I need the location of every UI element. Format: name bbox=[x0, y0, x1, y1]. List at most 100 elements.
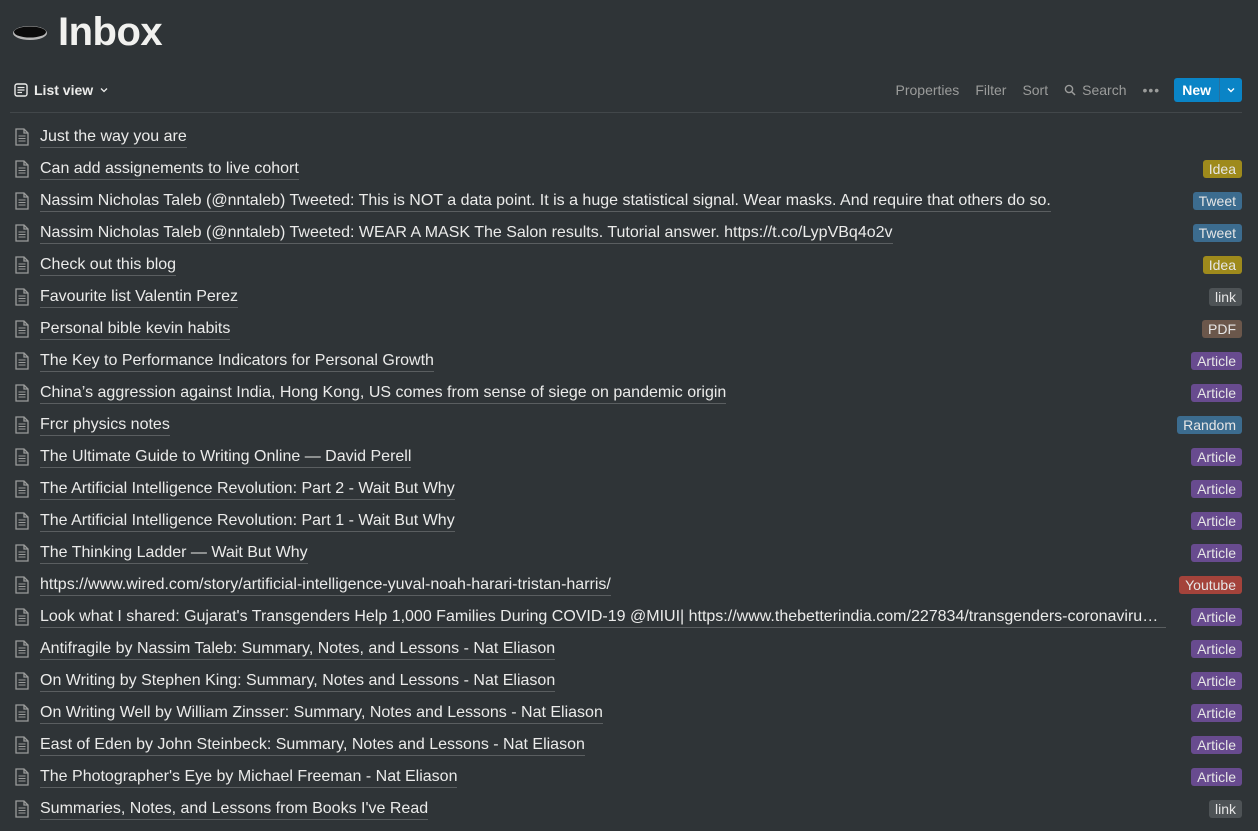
type-tag: Article bbox=[1191, 480, 1242, 498]
list-item[interactable]: On Writing Well by William Zinsser: Summ… bbox=[10, 697, 1242, 729]
list-item[interactable]: Favourite list Valentin Perez link bbox=[10, 281, 1242, 313]
hole-icon[interactable] bbox=[12, 18, 48, 46]
type-tag: Idea bbox=[1202, 160, 1242, 178]
page-icon bbox=[15, 704, 29, 722]
type-tag: Article bbox=[1191, 672, 1242, 690]
chevron-down-icon bbox=[1227, 88, 1235, 93]
page-icon bbox=[15, 128, 29, 146]
list-item-title[interactable]: https://www.wired.com/story/artificial-i… bbox=[40, 575, 611, 596]
list-item[interactable]: Personal bible kevin habits PDF bbox=[10, 313, 1242, 345]
list-item-title[interactable]: Personal bible kevin habits bbox=[40, 319, 231, 340]
page-list: Just the way you are Can add assignements… bbox=[10, 121, 1242, 825]
type-tag: Article bbox=[1191, 512, 1242, 530]
view-switcher[interactable]: List view bbox=[10, 80, 113, 100]
list-item-title[interactable]: The Key to Performance Indicators for Pe… bbox=[40, 351, 434, 372]
page-icon bbox=[15, 800, 29, 818]
page-icon bbox=[15, 448, 29, 466]
page-icon bbox=[15, 736, 29, 754]
list-item-title[interactable]: On Writing Well by William Zinsser: Summ… bbox=[40, 703, 603, 724]
search-icon bbox=[1064, 84, 1076, 96]
list-item-title[interactable]: East of Eden by John Steinbeck: Summary,… bbox=[40, 735, 585, 756]
list-item-title[interactable]: The Artificial Intelligence Revolution: … bbox=[40, 479, 455, 500]
list-item[interactable]: Summaries, Notes, and Lessons from Books… bbox=[10, 793, 1242, 825]
new-button[interactable]: New bbox=[1174, 78, 1219, 102]
list-item[interactable]: Nassim Nicholas Taleb (@nntaleb) Tweeted… bbox=[10, 185, 1242, 217]
type-tag: Article bbox=[1191, 448, 1242, 466]
list-item-title[interactable]: Antifragile by Nassim Taleb: Summary, No… bbox=[40, 639, 556, 660]
page-icon bbox=[15, 640, 29, 658]
page-icon bbox=[15, 576, 29, 594]
sort-button[interactable]: Sort bbox=[1014, 78, 1056, 102]
list-item[interactable]: The Artificial Intelligence Revolution: … bbox=[10, 473, 1242, 505]
list-item-title[interactable]: On Writing by Stephen King: Summary, Not… bbox=[40, 671, 556, 692]
list-item-title[interactable]: Nassim Nicholas Taleb (@nntaleb) Tweeted… bbox=[40, 223, 893, 244]
page-icon bbox=[15, 608, 29, 626]
properties-button[interactable]: Properties bbox=[888, 78, 968, 102]
database-toolbar: List view Properties Filter Sort Search … bbox=[10, 76, 1242, 104]
toolbar-divider bbox=[10, 112, 1242, 113]
list-item[interactable]: The Artificial Intelligence Revolution: … bbox=[10, 505, 1242, 537]
list-item[interactable]: East of Eden by John Steinbeck: Summary,… bbox=[10, 729, 1242, 761]
page-icon bbox=[15, 512, 29, 530]
filter-button[interactable]: Filter bbox=[967, 78, 1014, 102]
list-item[interactable]: Frcr physics notes Random bbox=[10, 409, 1242, 441]
list-item[interactable]: Check out this blog Idea bbox=[10, 249, 1242, 281]
type-tag: PDF bbox=[1202, 320, 1242, 338]
list-item[interactable]: The Thinking Ladder — Wait But Why Articl… bbox=[10, 537, 1242, 569]
list-item[interactable]: The Ultimate Guide to Writing Online — D… bbox=[10, 441, 1242, 473]
list-item-title[interactable]: Frcr physics notes bbox=[40, 415, 170, 436]
type-tag: Tweet bbox=[1192, 192, 1242, 210]
type-tag: Article bbox=[1191, 384, 1242, 402]
page-icon bbox=[15, 416, 29, 434]
list-item-title[interactable]: The Photographer's Eye by Michael Freema… bbox=[40, 767, 458, 788]
list-item-title[interactable]: China’s aggression against India, Hong K… bbox=[40, 383, 727, 404]
toolbar-actions: Properties Filter Sort Search ••• New bbox=[888, 78, 1242, 102]
page-title[interactable]: Inbox bbox=[58, 10, 163, 55]
more-options-button[interactable]: ••• bbox=[1134, 78, 1168, 102]
list-item[interactable]: The Key to Performance Indicators for Pe… bbox=[10, 345, 1242, 377]
new-template-dropdown[interactable] bbox=[1219, 78, 1242, 102]
list-item-title[interactable]: Favourite list Valentin Perez bbox=[40, 287, 239, 308]
type-tag: Article bbox=[1191, 704, 1242, 722]
type-tag: Tweet bbox=[1192, 224, 1242, 242]
page: Inbox List view Properties Filter Sort S… bbox=[0, 0, 1258, 831]
search-button[interactable]: Search bbox=[1056, 78, 1134, 102]
list-item-title[interactable]: Just the way you are bbox=[40, 127, 187, 148]
list-item-title[interactable]: Check out this blog bbox=[40, 255, 177, 276]
type-tag: Youtube bbox=[1179, 576, 1242, 594]
type-tag: Article bbox=[1191, 640, 1242, 658]
list-item[interactable]: Antifragile by Nassim Taleb: Summary, No… bbox=[10, 633, 1242, 665]
list-item-title[interactable]: The Ultimate Guide to Writing Online — D… bbox=[40, 447, 412, 468]
page-icon bbox=[15, 160, 29, 178]
page-icon bbox=[15, 384, 29, 402]
type-tag: Article bbox=[1191, 736, 1242, 754]
list-item[interactable]: Nassim Nicholas Taleb (@nntaleb) Tweeted… bbox=[10, 217, 1242, 249]
list-item[interactable]: The Photographer's Eye by Michael Freema… bbox=[10, 761, 1242, 793]
list-item-title[interactable]: The Artificial Intelligence Revolution: … bbox=[40, 511, 455, 532]
type-tag: link bbox=[1208, 800, 1242, 818]
list-item[interactable]: China’s aggression against India, Hong K… bbox=[10, 377, 1242, 409]
list-item[interactable]: Just the way you are bbox=[10, 121, 1242, 153]
type-tag: Idea bbox=[1202, 256, 1242, 274]
list-item-title[interactable]: Look what I shared: Gujarat's Transgende… bbox=[40, 607, 1166, 628]
list-item-title[interactable]: Can add assignements to live cohort bbox=[40, 159, 299, 180]
search-label: Search bbox=[1082, 82, 1127, 98]
type-tag: Article bbox=[1191, 352, 1242, 370]
list-item[interactable]: On Writing by Stephen King: Summary, Not… bbox=[10, 665, 1242, 697]
list-item[interactable]: https://www.wired.com/story/artificial-i… bbox=[10, 569, 1242, 601]
list-item-title[interactable]: Summaries, Notes, and Lessons from Books… bbox=[40, 799, 429, 820]
list-view-icon bbox=[14, 83, 28, 97]
page-header: Inbox bbox=[12, 6, 163, 58]
page-icon bbox=[15, 288, 29, 306]
page-icon bbox=[15, 480, 29, 498]
list-item-title[interactable]: Nassim Nicholas Taleb (@nntaleb) Tweeted… bbox=[40, 191, 1051, 212]
page-icon bbox=[15, 224, 29, 242]
page-icon bbox=[15, 320, 29, 338]
type-tag: Article bbox=[1191, 608, 1242, 626]
view-label: List view bbox=[34, 82, 94, 98]
list-item[interactable]: Look what I shared: Gujarat's Transgende… bbox=[10, 601, 1242, 633]
page-icon bbox=[15, 544, 29, 562]
list-item[interactable]: Can add assignements to live cohort Idea bbox=[10, 153, 1242, 185]
type-tag: Article bbox=[1191, 768, 1242, 786]
list-item-title[interactable]: The Thinking Ladder — Wait But Why bbox=[40, 543, 308, 564]
